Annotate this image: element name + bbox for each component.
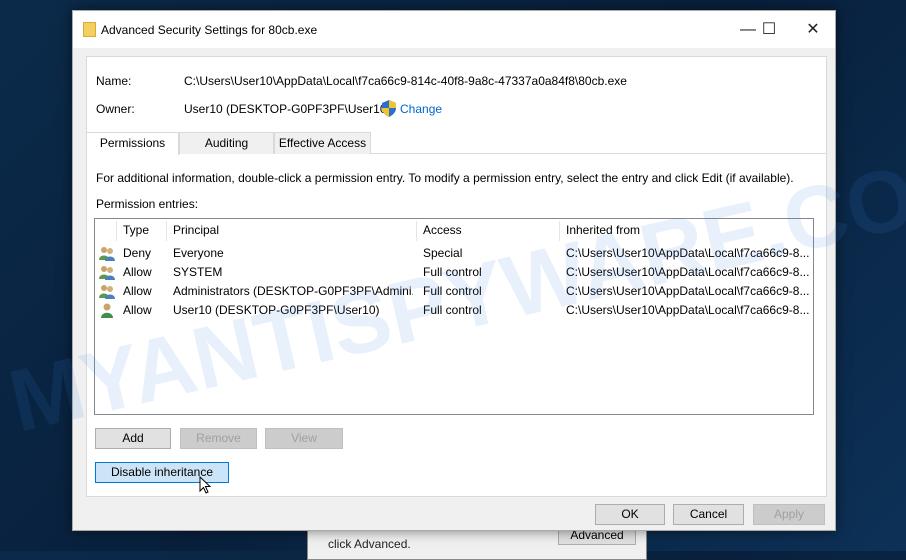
close-button[interactable]: ✕ [798,19,828,41]
maximize-button[interactable]: ☐ [754,19,784,41]
permission-entry-row[interactable]: Allow User10 (DESKTOP-G0PF3PF\User10) Fu… [95,301,813,320]
tab-effective-access[interactable]: Effective Access [274,132,371,154]
entry-type: Deny [123,246,152,260]
column-header-access[interactable]: Access [423,219,462,242]
entry-inherited-from: C:\Users\User10\AppData\Local\f7ca66c9-8… [566,265,810,279]
background-dialog-text: click Advanced. [328,537,411,551]
permission-entries-label: Permission entries: [96,197,199,211]
entry-access: Full control [423,303,482,317]
column-header-type[interactable]: Type [123,219,149,242]
permission-entry-row[interactable]: Deny Everyone Special C:\Users\User10\Ap… [95,244,813,263]
entry-access: Full control [423,284,482,298]
entry-inherited-from: C:\Users\User10\AppData\Local\f7ca66c9-8… [566,303,810,317]
owner-label: Owner: [96,102,135,116]
tab-auditing[interactable]: Auditing [179,132,274,154]
add-button[interactable]: Add [95,428,171,449]
window-title: Advanced Security Settings for 80cb.exe [101,23,318,37]
ok-button[interactable]: OK [595,504,665,525]
folder-icon [83,22,96,37]
entry-type: Allow [123,303,152,317]
entry-principal: Everyone [173,246,224,260]
permission-entry-row[interactable]: Allow Administrators (DESKTOP-G0PF3PF\Ad… [95,282,813,301]
entry-access: Special [423,246,463,260]
name-label: Name: [96,74,132,88]
mouse-cursor-icon [199,476,211,494]
entry-principal: User10 (DESKTOP-G0PF3PF\User10) [173,303,380,317]
entry-type: Allow [123,265,152,279]
column-header-principal[interactable]: Principal [173,219,219,242]
change-owner-link[interactable]: Change [400,102,442,116]
view-button[interactable]: View [265,428,343,449]
permission-entries-list[interactable]: Type Principal Access Inherited from Den… [94,218,814,415]
entry-principal: Administrators (DESKTOP-G0PF3PF\Admini..… [173,284,413,298]
group-users-icon [99,266,115,280]
cancel-button[interactable]: Cancel [673,504,744,525]
entry-inherited-from: C:\Users\User10\AppData\Local\f7ca66c9-8… [566,246,810,260]
instructions-text: For additional information, double-click… [96,171,794,185]
entry-type: Allow [123,284,152,298]
group-users-icon [99,247,115,261]
apply-button[interactable]: Apply [753,504,825,525]
entry-principal: SYSTEM [173,265,223,279]
permission-entry-row[interactable]: Allow SYSTEM Full control C:\Users\User1… [95,263,813,282]
name-value: C:\Users\User10\AppData\Local\f7ca66c9-8… [184,74,627,88]
uac-shield-icon [382,100,396,117]
entry-access: Full control [423,265,482,279]
tab-permissions[interactable]: Permissions [86,132,179,155]
advanced-security-window: Advanced Security Settings for 80cb.exe … [72,10,836,531]
owner-value: User10 (DESKTOP-G0PF3PF\User10) [184,102,391,116]
single-user-icon [101,303,113,318]
column-header-inherited-from[interactable]: Inherited from [566,219,640,242]
group-users-icon [99,285,115,299]
entry-inherited-from: C:\Users\User10\AppData\Local\f7ca66c9-8… [566,284,810,298]
remove-button[interactable]: Remove [180,428,257,449]
title-bar[interactable]: Advanced Security Settings for 80cb.exe … [73,11,835,48]
